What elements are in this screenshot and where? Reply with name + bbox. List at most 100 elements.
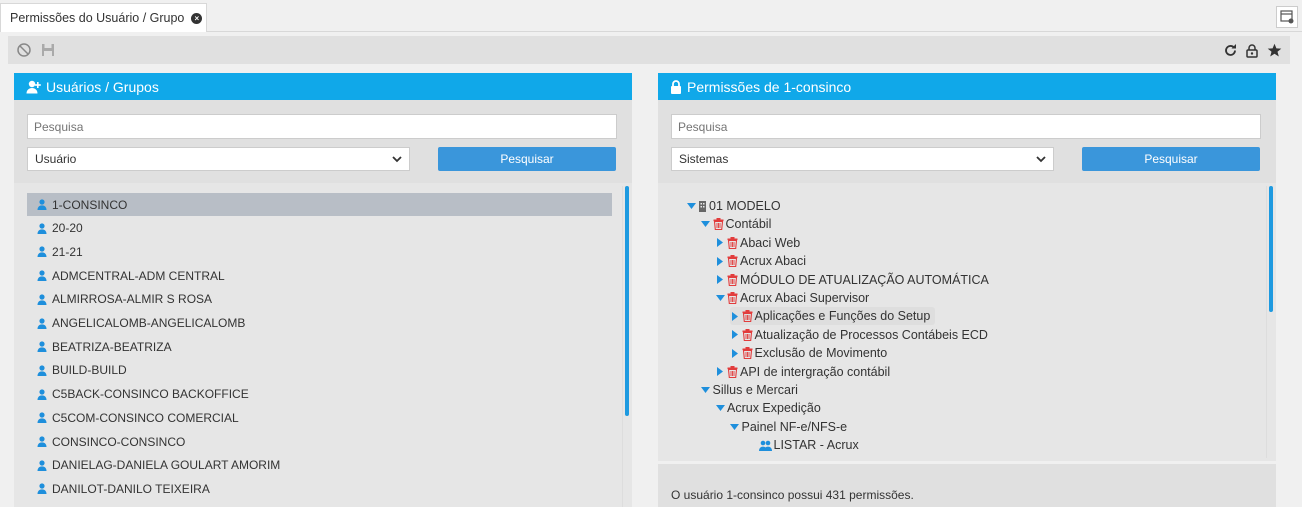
no-entry-icon[interactable] — [16, 42, 32, 58]
scrollbar-thumb[interactable] — [1269, 186, 1273, 312]
tree-node[interactable]: Exclusão de Movimento — [730, 344, 888, 362]
caret-right-icon[interactable] — [730, 348, 740, 358]
caret-down-icon[interactable] — [715, 405, 725, 412]
caret-down-icon[interactable] — [715, 295, 725, 301]
tab-title: Permissões do Usuário / Grupo — [10, 11, 185, 25]
permissions-tree: 01 MODELO Contábil Abaci Web Acrux Abaci MÓD… — [658, 186, 1276, 458]
tree-node[interactable]: Contábil — [701, 215, 772, 233]
trash-icon — [727, 365, 738, 378]
user-list-item[interactable]: C5COM-CONSINCO COMERCIAL — [27, 406, 612, 429]
permissions-search-button[interactable]: Pesquisar — [1082, 147, 1260, 171]
tree-node[interactable]: API de intergração contábil — [715, 363, 890, 381]
users-groups-header: Usuários / Grupos — [14, 73, 632, 100]
caret-right-icon[interactable] — [715, 367, 725, 377]
user-list-item[interactable]: ALMIRROSA-ALMIR S ROSA — [27, 288, 612, 311]
user-icon — [37, 317, 47, 329]
tree-node[interactable]: Acrux Expedição — [715, 399, 821, 417]
user-plus-icon — [26, 80, 41, 94]
caret-down-icon[interactable] — [701, 221, 711, 228]
caret-down-icon[interactable] — [686, 203, 696, 209]
tree-node-label: Exclusão de Movimento — [754, 346, 888, 361]
user-list-item[interactable]: DANIELAG-DANIELA GOULART AMORIM — [27, 454, 612, 477]
save-icon[interactable] — [40, 42, 56, 58]
lock-icon[interactable] — [1244, 42, 1260, 58]
user-list-item[interactable]: C5BACK-CONSINCO BACKOFFICE — [27, 383, 612, 406]
user-list-item[interactable]: 20-20 — [27, 217, 612, 240]
caret-right-icon[interactable] — [715, 238, 725, 248]
permissions-type-select[interactable]: Sistemas — [671, 147, 1054, 171]
tree-node[interactable]: Acrux Abaci — [715, 252, 806, 270]
star-icon[interactable] — [1266, 42, 1282, 58]
toolbar — [8, 36, 1290, 64]
caret-right-icon[interactable] — [730, 330, 740, 340]
trash-icon — [727, 273, 738, 286]
tree-node[interactable]: Sillus e Mercari — [701, 381, 798, 399]
user-label: ALMIRROSA-ALMIR S ROSA — [52, 292, 213, 307]
lock-icon — [670, 79, 682, 94]
user-label: C5COM-CONSINCO COMERCIAL — [52, 410, 239, 425]
trash-icon — [713, 218, 724, 231]
tree-node[interactable]: Atualização de Processos Contábeis ECD — [730, 326, 988, 344]
user-icon — [37, 294, 47, 305]
tree-node[interactable]: LISTAR - Acrux — [758, 436, 859, 454]
window-settings-icon — [1280, 10, 1294, 24]
permissions-search-form: Sistemas Pesquisar — [658, 100, 1276, 183]
caret-right-icon[interactable] — [715, 256, 725, 266]
users-type-select[interactable]: Usuário — [27, 147, 410, 171]
user-list-item[interactable]: BUILD-BUILD — [27, 359, 612, 382]
tree-node-label: MÓDULO DE ATUALIZAÇÃO AUTOMÁTICA — [740, 272, 989, 287]
user-icon — [37, 388, 47, 400]
user-list-item[interactable]: DANILOT-DANILO TEIXEIRA — [27, 477, 612, 500]
user-list-item[interactable]: 21-21 — [27, 240, 612, 263]
tab-permissoes[interactable]: Permissões do Usuário / Grupo × — [0, 3, 207, 32]
user-icon — [37, 223, 47, 234]
caret-down-icon[interactable] — [701, 387, 711, 393]
tree-node-label: Acrux Expedição — [727, 401, 821, 416]
user-list-item[interactable]: BEATRIZA-BEATRIZA — [27, 335, 612, 358]
panel-title: Permissões de 1-consinco — [687, 78, 852, 95]
tree-node[interactable]: Painel NF-e/NFS-e — [730, 418, 848, 436]
permissions-header: Permissões de 1-consinco — [658, 73, 1276, 100]
caret-right-icon[interactable] — [730, 311, 740, 321]
user-label: BUILD-BUILD — [52, 363, 127, 378]
scrollbar-thumb[interactable] — [625, 186, 629, 416]
select-value: Sistemas — [679, 152, 729, 166]
user-icon — [37, 341, 47, 353]
trash-icon — [742, 328, 753, 341]
tree-node-label: Sillus e Mercari — [712, 383, 798, 397]
tree-node[interactable]: Acrux Abaci Supervisor — [715, 289, 869, 307]
user-list-item[interactable]: ANGELICALOMB-ANGELICALOMB — [27, 312, 612, 335]
tree-node-label: 01 MODELO — [709, 199, 781, 213]
tree-node[interactable]: 01 MODELO — [686, 197, 781, 215]
user-list-item[interactable]: ADMCENTRAL-ADM CENTRAL — [27, 264, 612, 287]
trash-icon — [727, 255, 738, 268]
permissions-search-input[interactable] — [671, 114, 1261, 139]
tree-node[interactable]: MÓDULO DE ATUALIZAÇÃO AUTOMÁTICA — [715, 271, 989, 289]
user-label: 1-CONSINCO — [52, 197, 128, 212]
user-icon — [37, 365, 47, 376]
tree-node[interactable]: Aplicações e Funções do Setup — [729, 307, 936, 326]
tree-node-label: API de intergração contábil — [740, 364, 891, 379]
user-icon — [37, 199, 47, 210]
users-search-button[interactable]: Pesquisar — [438, 147, 616, 171]
tree-node-label: Contábil — [725, 217, 772, 232]
tree-node[interactable]: Abaci Web — [715, 234, 800, 252]
user-list-item[interactable]: 1-CONSINCO — [27, 193, 612, 216]
window-settings-button[interactable] — [1276, 6, 1298, 28]
permissions-panel: Permissões de 1-consinco Sistemas Pesqui… — [658, 73, 1276, 507]
trash-icon — [727, 292, 738, 304]
tree-node-label: Acrux Abaci Supervisor — [740, 291, 870, 305]
user-list-item[interactable]: CONSINCO-CONSINCO — [27, 430, 612, 453]
tree-node-label: Painel NF-e/NFS-e — [741, 419, 848, 434]
user-label: DANIELAG-DANIELA GOULART AMORIM — [52, 458, 281, 473]
user-icon — [37, 483, 47, 495]
refresh-icon[interactable] — [1222, 42, 1238, 58]
caret-down-icon[interactable] — [730, 423, 740, 430]
caret-right-icon[interactable] — [715, 275, 725, 285]
user-icon — [37, 412, 47, 424]
user-label: C5BACK-CONSINCO BACKOFFICE — [52, 387, 249, 402]
users-icon — [758, 440, 772, 451]
users-search-input[interactable] — [27, 114, 617, 139]
user-icon — [37, 270, 47, 282]
close-icon[interactable]: × — [191, 12, 203, 24]
